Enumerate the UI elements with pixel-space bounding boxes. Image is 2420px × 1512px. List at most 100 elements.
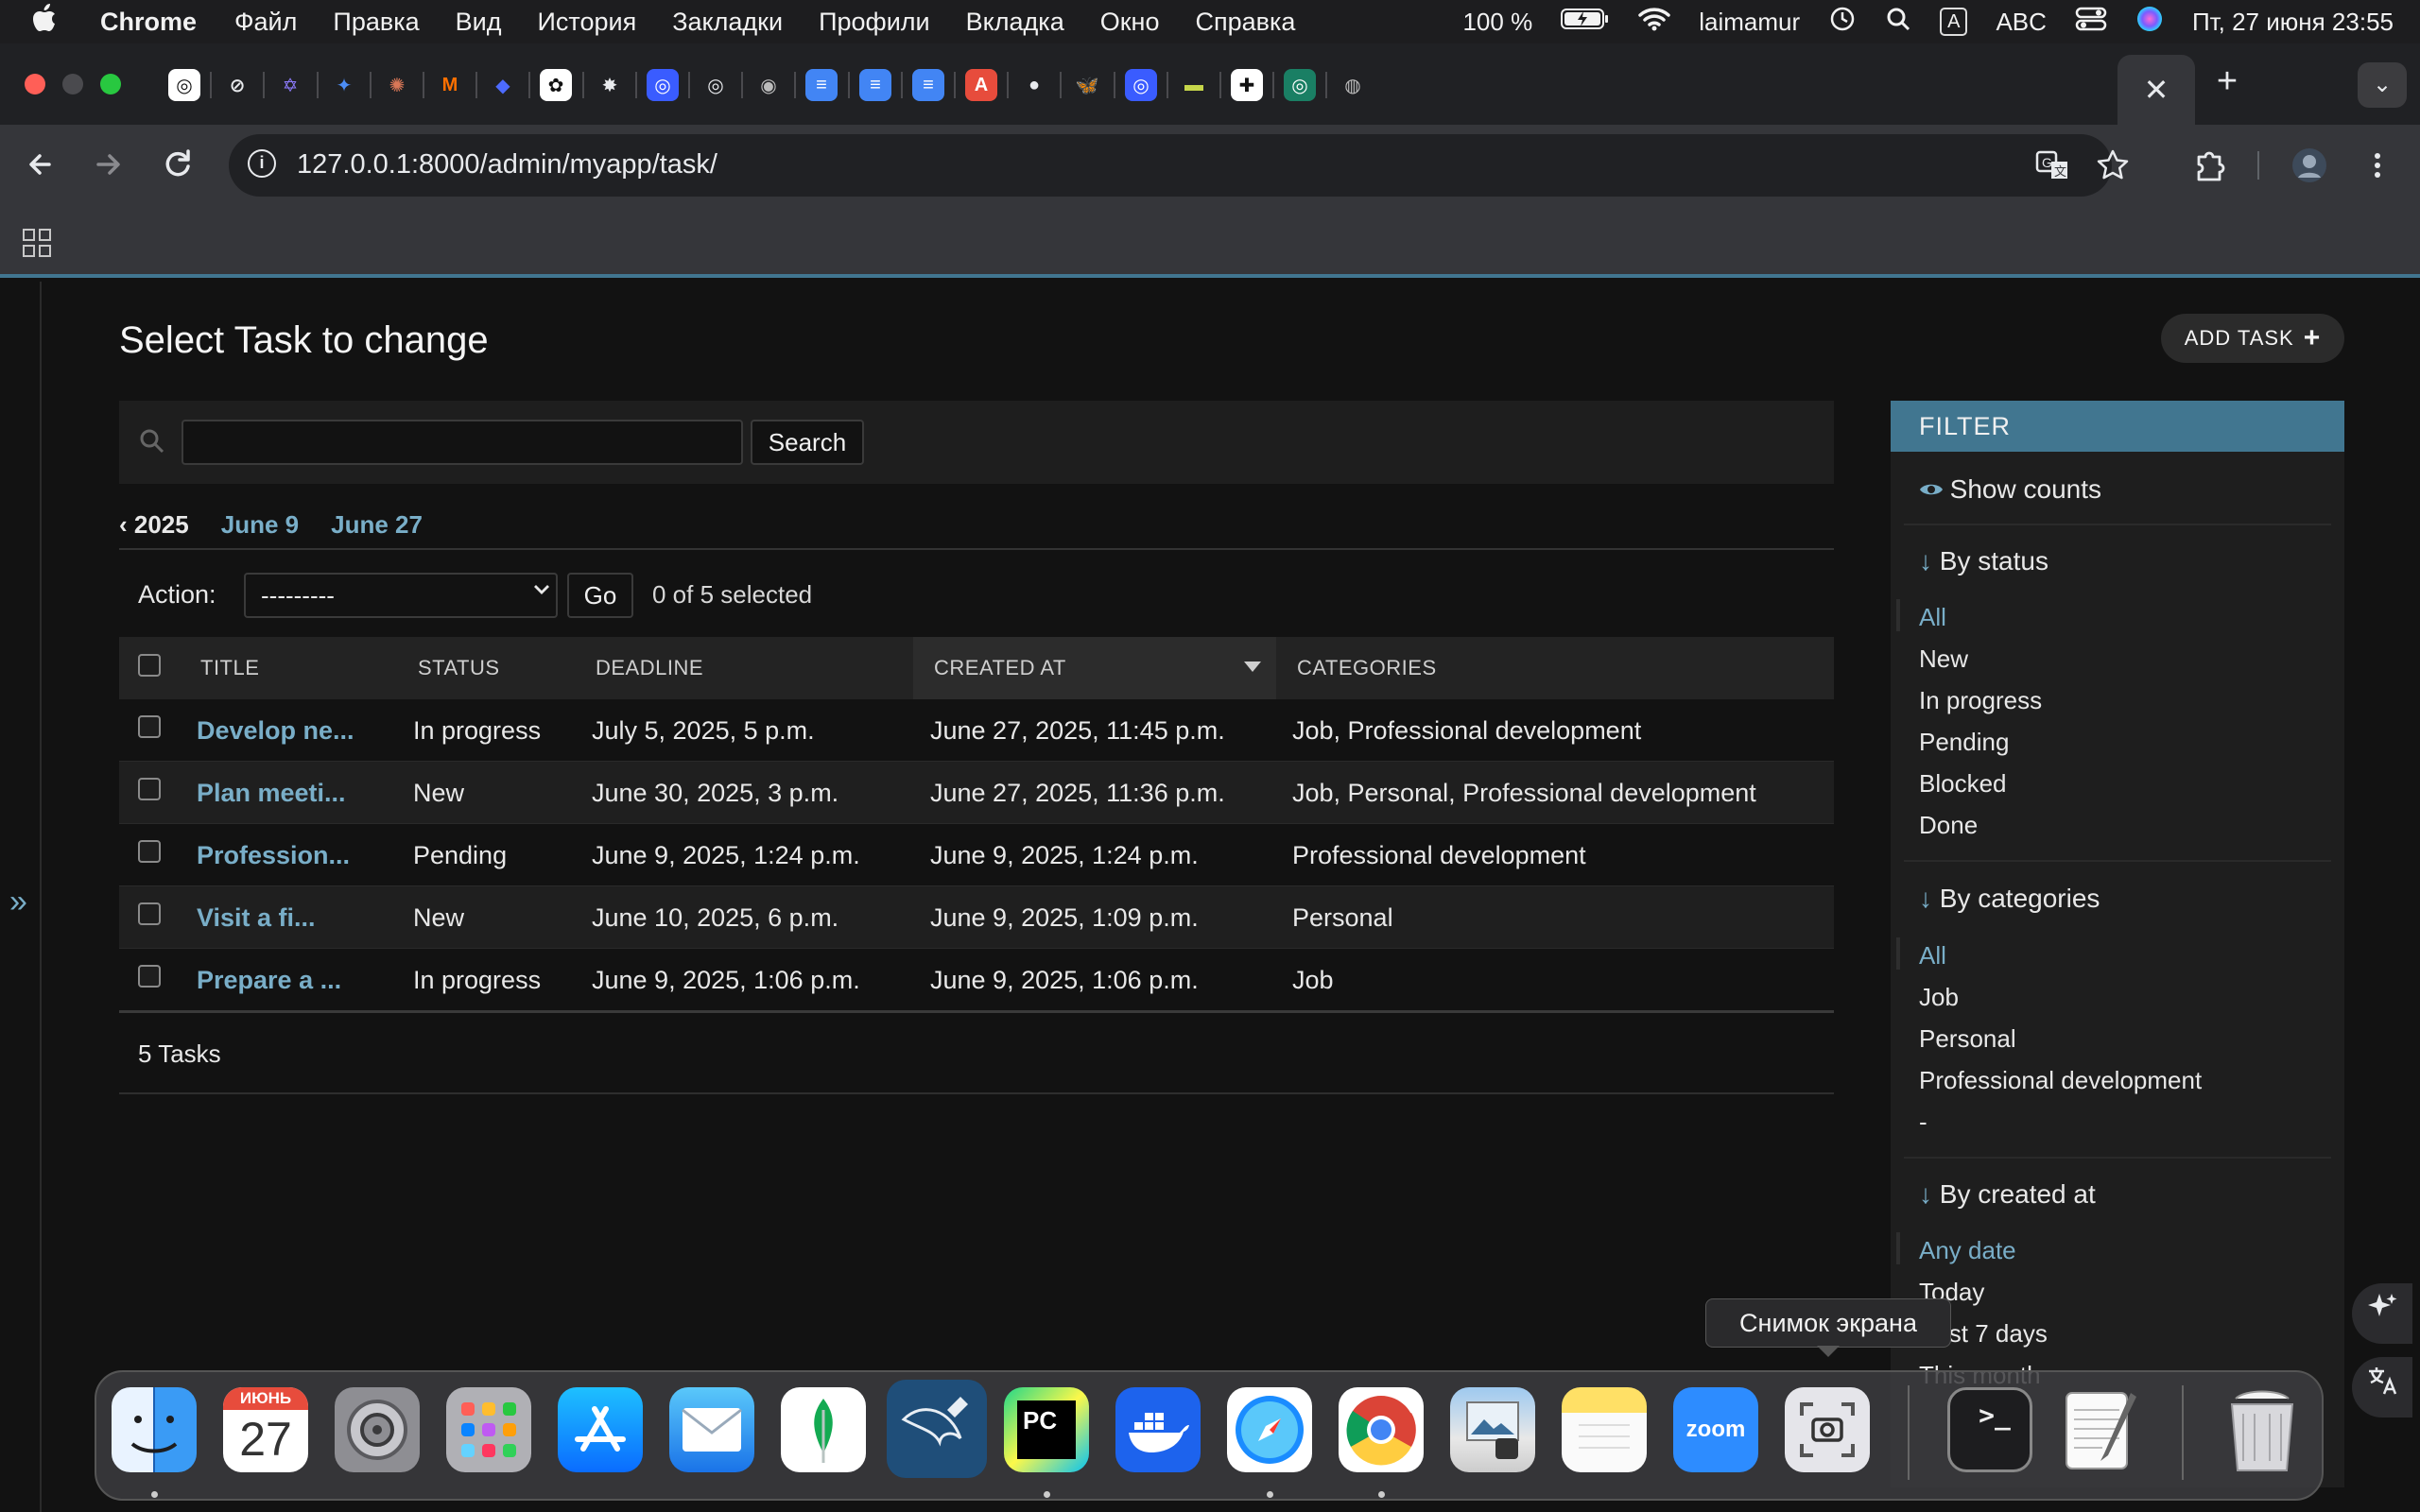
new-tab-button[interactable]: + [2208,62,2246,100]
finder-icon[interactable] [112,1387,197,1472]
sort-descending-icon[interactable] [1244,662,1261,672]
tab-favicon-github-icon[interactable]: ● [1018,69,1050,101]
calendar-icon[interactable]: ИЮНЬ 27 [223,1387,308,1472]
app-store-icon[interactable] [558,1387,643,1472]
filter-status-in-progress[interactable]: In progress [1919,686,2042,715]
menu-help[interactable]: Справка [1195,8,1295,37]
mongodb-compass-icon[interactable] [781,1387,866,1472]
translate-side-button[interactable] [2352,1357,2412,1418]
date-hierarchy-link-june-27[interactable]: June 27 [331,510,423,540]
column-header-categories[interactable]: CATEGORIES [1297,637,1437,699]
row-checkbox[interactable] [138,840,161,863]
textedit-icon[interactable] [2057,1387,2142,1472]
filter-status-all[interactable]: All [1919,603,1946,632]
control-center-icon[interactable] [2075,7,2107,38]
tab-favicon-chatgpt-blue-2-icon[interactable]: ◎ [1125,69,1157,101]
row-checkbox[interactable] [138,902,161,925]
tab-favicon-openai-icon[interactable]: ◎ [168,69,200,101]
select-all-checkbox[interactable] [138,654,161,677]
tab-favicon-openai-green-icon[interactable]: ◎ [1284,69,1316,101]
tab-favicon-terminal-app-icon[interactable]: ▬ [1178,69,1210,101]
window-close-button[interactable] [25,74,45,94]
tab-favicon-copilot-icon[interactable]: ◉ [752,69,785,101]
menu-edit[interactable]: Правка [333,8,419,37]
tab-favicon-docs-icon[interactable]: ≡ [859,69,891,101]
filter-by-categories-heading[interactable]: ↓ By categories [1919,884,2100,914]
tab-favicon-grok-icon[interactable]: ✸ [594,69,626,101]
chrome-icon[interactable] [1339,1387,1424,1472]
filter-by-created-at-heading[interactable]: ↓ By created at [1919,1179,2096,1210]
back-button[interactable] [21,144,62,185]
tab-favicon-app-red-icon[interactable]: A [965,69,997,101]
column-header-created-at[interactable]: CREATED AT [934,637,1066,699]
active-tab[interactable]: ✕ [2118,55,2195,125]
site-info-icon[interactable]: i [248,149,276,178]
window-minimize-button[interactable] [62,74,83,94]
column-header-title[interactable]: TITLE [200,637,259,699]
filter-by-status-heading[interactable]: ↓ By status [1919,546,2048,576]
forward-button[interactable] [87,144,129,185]
tab-search-button[interactable]: ⌄ [2358,62,2407,108]
filter-categories-job[interactable]: Job [1919,983,1959,1012]
translate-icon[interactable]: G文 [2034,147,2070,183]
menu-file[interactable]: Файл [234,8,297,37]
docker-icon[interactable] [1115,1387,1201,1472]
system-settings-icon[interactable] [335,1387,420,1472]
filter-categories-professional-development[interactable]: Professional development [1919,1066,2202,1095]
address-bar-url[interactable]: 127.0.0.1:8000/admin/myapp/task/ [297,149,717,180]
go-button[interactable]: Go [567,573,633,618]
screenshot-icon[interactable] [1785,1387,1870,1472]
tab-favicon-app-white-icon[interactable]: ✚ [1231,69,1263,101]
tab-favicon-gemini-icon[interactable]: ✦ [328,69,360,101]
filter-categories-empty[interactable]: - [1919,1108,1927,1137]
show-counts-link[interactable]: Show counts [1919,474,2101,505]
date-hierarchy-link-june-9[interactable]: June 9 [221,510,299,540]
apps-grid-icon[interactable] [23,229,51,257]
filter-status-pending[interactable]: Pending [1919,728,2009,757]
input-source[interactable]: ABC [1996,8,2046,37]
toggle-nav-sidebar-button[interactable]: » [9,884,27,920]
tab-favicon-mistral-icon[interactable]: M [434,69,466,101]
menu-tab[interactable]: Вкладка [966,8,1064,37]
menu-history[interactable]: История [537,8,636,37]
zoom-icon[interactable]: zoom [1673,1387,1758,1472]
filter-status-blocked[interactable]: Blocked [1919,769,2007,799]
row-checkbox[interactable] [138,965,161,988]
menubar-user[interactable]: laimamur [1699,8,1800,37]
tab-favicon-gemini-alt-icon[interactable]: ✡ [274,69,306,101]
mail-icon[interactable] [669,1387,754,1472]
tab-favicon-claude-icon[interactable]: ✺ [381,69,413,101]
column-header-status[interactable]: STATUS [418,637,500,699]
tab-favicon-chrome-icon[interactable]: ◍ [1337,69,1369,101]
menubar-datetime[interactable]: Пт, 27 июня 23:55 [2192,8,2394,37]
search-button[interactable]: Search [751,420,864,465]
tab-close-icon[interactable]: ✕ [2144,72,2169,108]
task-title-link[interactable]: Develop ne... [197,716,354,746]
reload-button[interactable] [157,144,199,185]
pycharm-icon[interactable]: PC [1004,1387,1089,1472]
mysql-workbench-icon[interactable] [887,1380,987,1478]
filter-categories-personal[interactable]: Personal [1919,1024,2016,1054]
menu-window[interactable]: Окно [1100,8,1160,37]
filter-status-done[interactable]: Done [1919,811,1978,840]
tab-favicon-chatgpt-dark-icon[interactable]: ✿ [540,69,572,101]
menu-view[interactable]: Вид [456,8,502,37]
add-task-button[interactable]: ADD TASK + [2161,314,2344,363]
column-header-deadline[interactable]: DEADLINE [596,637,703,699]
row-checkbox[interactable] [138,778,161,800]
input-indicator-icon[interactable]: A [1940,8,1968,36]
spotlight-search-icon[interactable] [1885,6,1911,39]
wifi-icon[interactable] [1638,7,1670,38]
battery-icon[interactable] [1561,8,1610,37]
preview-icon[interactable] [1450,1387,1535,1472]
chrome-menu-icon[interactable] [2360,147,2395,183]
tab-favicon-chatgpt-blue-icon[interactable]: ◎ [647,69,679,101]
extensions-icon[interactable] [2191,147,2227,183]
filter-categories-all[interactable]: All [1919,941,1946,971]
trash-icon[interactable] [2220,1387,2305,1472]
notes-icon[interactable] [1562,1387,1647,1472]
filter-created-any-date[interactable]: Any date [1919,1236,2016,1265]
siri-icon[interactable] [2135,5,2164,40]
tab-favicon-docs-icon[interactable]: ≡ [912,69,944,101]
ai-sparkle-button[interactable] [2352,1283,2412,1344]
